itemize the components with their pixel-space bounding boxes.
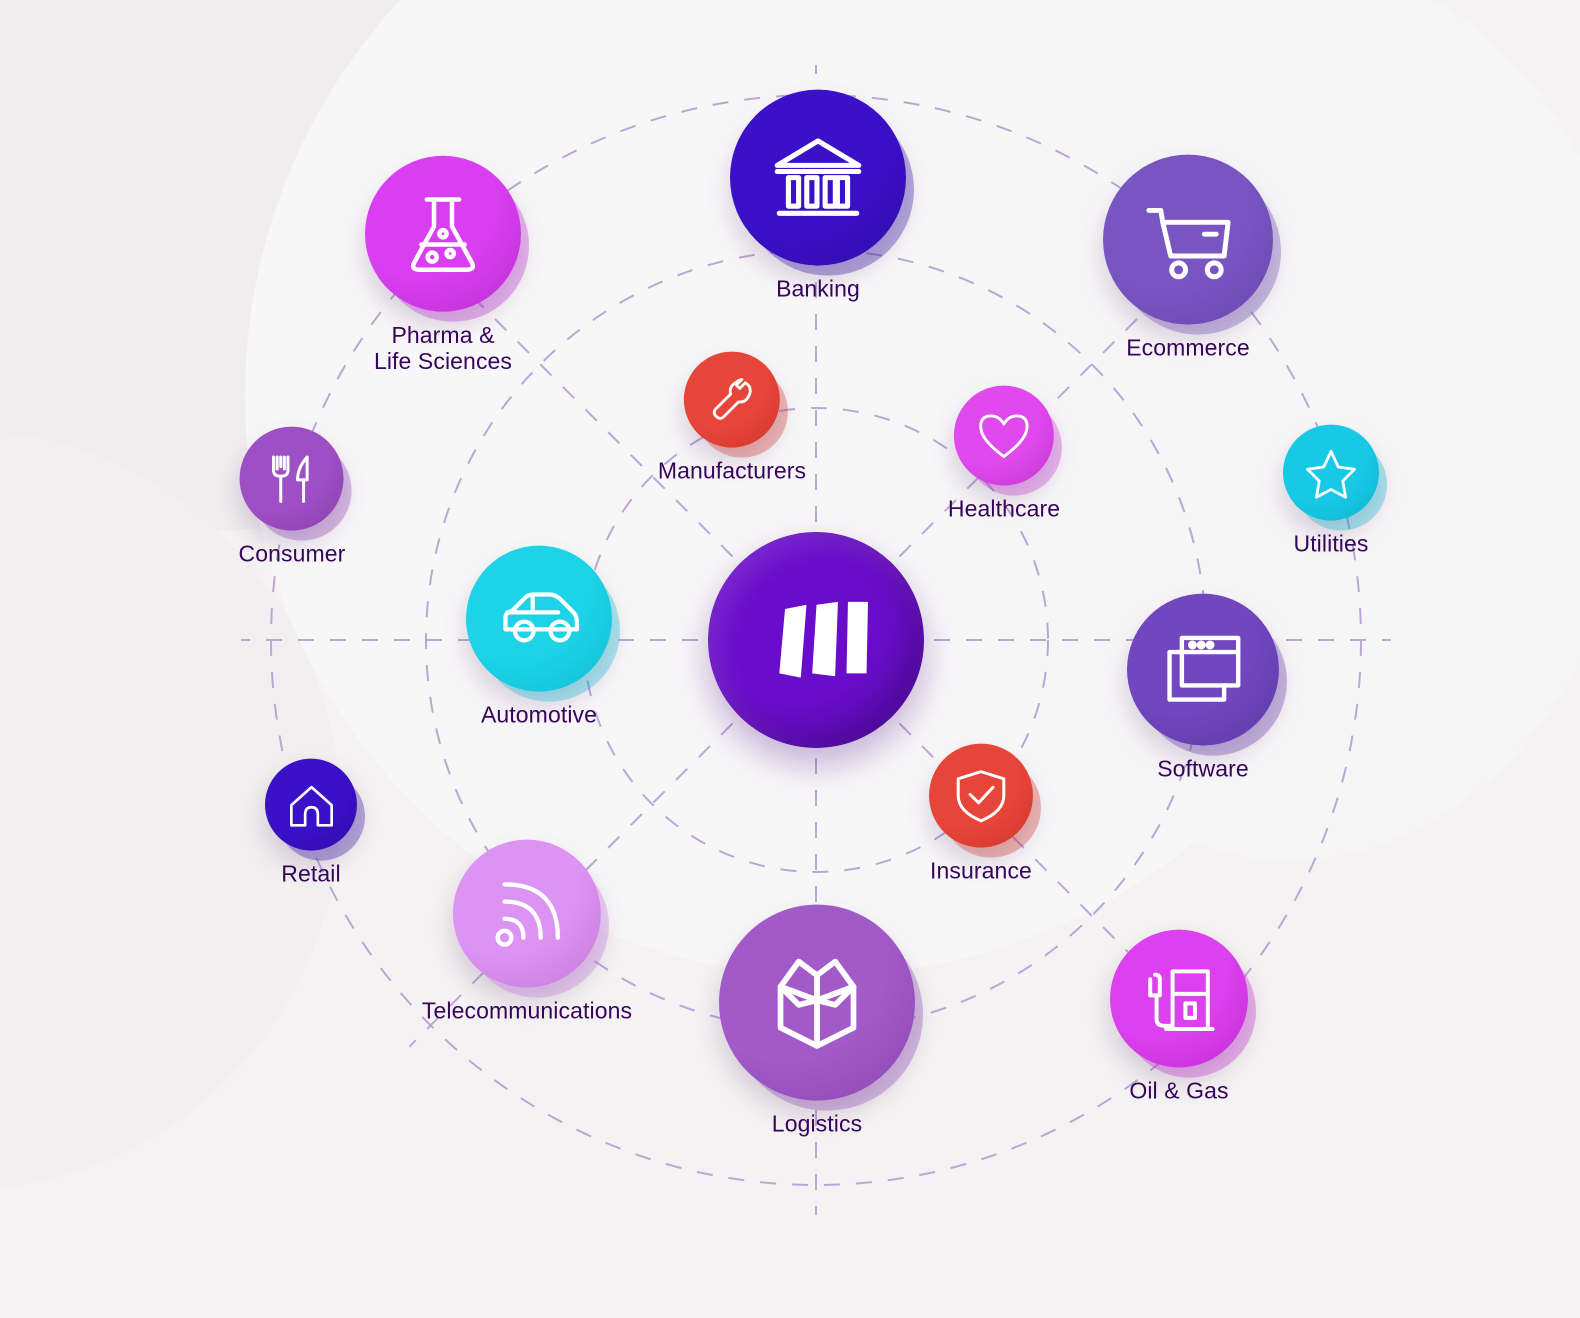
node-logistics[interactable]: Logistics <box>719 904 915 1138</box>
node-healthcare[interactable]: Healthcare <box>947 385 1061 523</box>
insurance-bubble[interactable] <box>929 743 1033 848</box>
oil-gas-bubble[interactable] <box>1110 929 1248 1068</box>
oil-gas-label: Oil & Gas <box>1129 1077 1229 1104</box>
manufacturers-label: Manufacturers <box>657 457 807 484</box>
healthcare-label: Healthcare <box>947 495 1061 522</box>
healthcare-bubble[interactable] <box>953 385 1054 486</box>
node-oil-gas[interactable]: Oil & Gas <box>1110 929 1248 1105</box>
software-label: Software <box>1157 755 1249 782</box>
node-telecommunications[interactable]: Telecommunications <box>421 839 633 1025</box>
car-icon <box>497 576 582 661</box>
shield-check-icon <box>951 766 1011 826</box>
fork-knife-icon <box>262 449 322 509</box>
flask-icon <box>398 189 488 279</box>
wrench-icon <box>704 372 760 428</box>
open-box-icon <box>760 946 874 1060</box>
logo-three-bars <box>745 569 888 712</box>
logistics-bubble[interactable] <box>719 904 915 1101</box>
industries-radial-diagram: Banking Pharma & Life Sciences Ecommerce Co… <box>0 0 1580 1318</box>
banking-bubble[interactable] <box>730 89 906 266</box>
software-bubble[interactable] <box>1127 593 1279 746</box>
retail-label: Retail <box>281 860 341 887</box>
star-icon <box>1303 445 1359 501</box>
logistics-label: Logistics <box>771 1110 863 1137</box>
node-utilities[interactable]: Utilities <box>1283 424 1379 558</box>
telecommunications-label: Telecommunications <box>421 997 633 1024</box>
node-pharma-life-sciences[interactable]: Pharma & Life Sciences <box>365 155 521 375</box>
retail-bubble[interactable] <box>265 758 357 851</box>
home-store-icon <box>285 778 338 831</box>
node-retail[interactable]: Retail <box>265 758 357 888</box>
node-manufacturers[interactable]: Manufacturers <box>657 351 807 485</box>
center-bubble[interactable] <box>708 532 924 748</box>
automotive-label: Automotive <box>480 701 598 728</box>
node-software[interactable]: Software <box>1127 593 1279 783</box>
automotive-bubble[interactable] <box>466 545 612 692</box>
wifi-signal-icon <box>484 871 570 957</box>
node-insurance[interactable]: Insurance <box>929 743 1033 885</box>
consumer-bubble[interactable] <box>240 426 344 531</box>
fuel-pump-icon <box>1139 959 1219 1039</box>
banking-label: Banking <box>776 275 860 302</box>
pharma-life-sciences-bubble[interactable] <box>365 155 521 312</box>
shopping-cart-icon <box>1139 190 1238 289</box>
utilities-bubble[interactable] <box>1283 424 1379 521</box>
ecommerce-bubble[interactable] <box>1103 154 1273 325</box>
manufacturers-bubble[interactable] <box>684 351 780 448</box>
consumer-label: Consumer <box>238 540 346 567</box>
browser-windows-icon <box>1159 626 1247 714</box>
bank-icon <box>767 127 869 229</box>
utilities-label: Utilities <box>1293 530 1369 557</box>
heart-icon <box>975 407 1033 465</box>
node-ecommerce[interactable]: Ecommerce <box>1103 154 1273 362</box>
node-consumer[interactable]: Consumer <box>238 426 346 568</box>
center-node[interactable] <box>708 532 924 748</box>
ecommerce-label: Ecommerce <box>1126 334 1250 361</box>
insurance-label: Insurance <box>930 857 1032 884</box>
node-banking[interactable]: Banking <box>730 89 906 303</box>
telecommunications-bubble[interactable] <box>452 839 601 988</box>
node-automotive[interactable]: Automotive <box>466 545 612 729</box>
pharma-life-sciences-label: Pharma & Life Sciences <box>373 321 513 374</box>
